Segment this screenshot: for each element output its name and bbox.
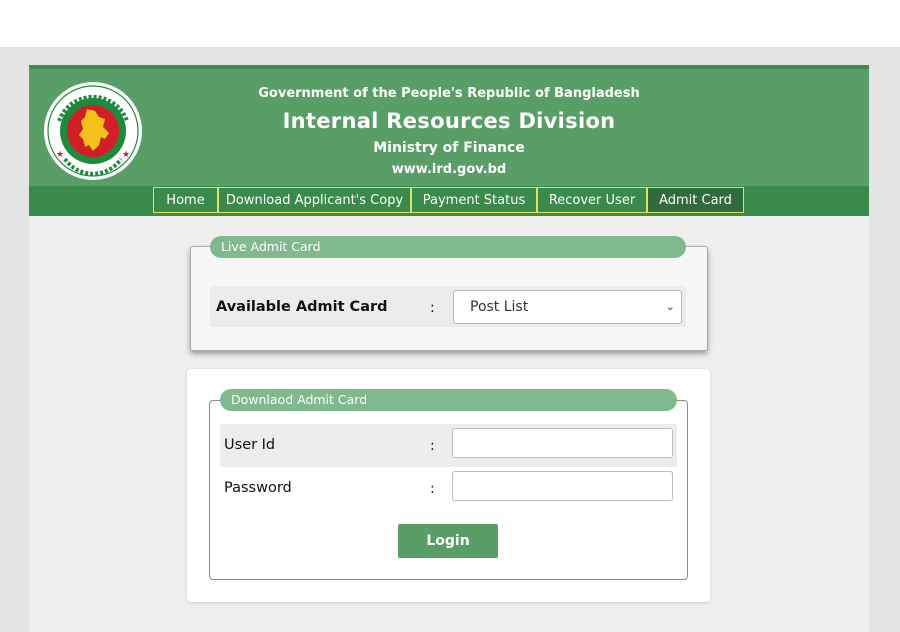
page-title: Internal Resources Division (282, 109, 616, 133)
nav-download-applicants-copy[interactable]: Download Applicant's Copy (218, 187, 411, 213)
login-button[interactable]: Login (398, 524, 498, 558)
user-id-input[interactable] (452, 428, 673, 458)
admit-card-select-value: Post List (470, 299, 529, 315)
password-input[interactable] (452, 471, 673, 501)
live-admit-card-legend: Live Admit Card (210, 236, 686, 258)
header-line-website: www.ird.gov.bd (391, 162, 507, 177)
nav-home[interactable]: Home (153, 187, 218, 213)
live-admit-card-panel: Available Admit Card : Post List ⌄ (190, 246, 708, 351)
password-label: Password (224, 480, 292, 496)
colon-separator: : (430, 481, 435, 497)
header-line-ministry: Ministry of Finance (373, 140, 525, 156)
colon-separator: : (430, 438, 435, 454)
nav-admit-card[interactable]: Admit Card (647, 187, 744, 213)
page-container: ★ ★ Government of the People's Republic … (29, 65, 869, 632)
header-line-government: Government of the People's Republic of B… (258, 86, 640, 101)
main-navbar: Home Download Applicant's Copy Payment S… (29, 186, 869, 216)
admit-card-select[interactable]: Post List ⌄ (453, 290, 682, 324)
user-id-label: User Id (224, 437, 276, 453)
colon-separator: : (430, 300, 435, 316)
nav-payment-status[interactable]: Payment Status (411, 187, 537, 213)
download-admit-card-legend: Downlaod Admit Card (220, 389, 677, 411)
chevron-down-icon: ⌄ (665, 300, 675, 313)
browser-top-bar (0, 0, 900, 47)
available-admit-card-label: Available Admit Card (216, 299, 388, 315)
site-header: ★ ★ Government of the People's Republic … (29, 65, 869, 186)
nav-recover-user[interactable]: Recover User (537, 187, 647, 213)
download-admit-card-card: User Id : Password : Login Downlaod Admi… (187, 369, 710, 602)
